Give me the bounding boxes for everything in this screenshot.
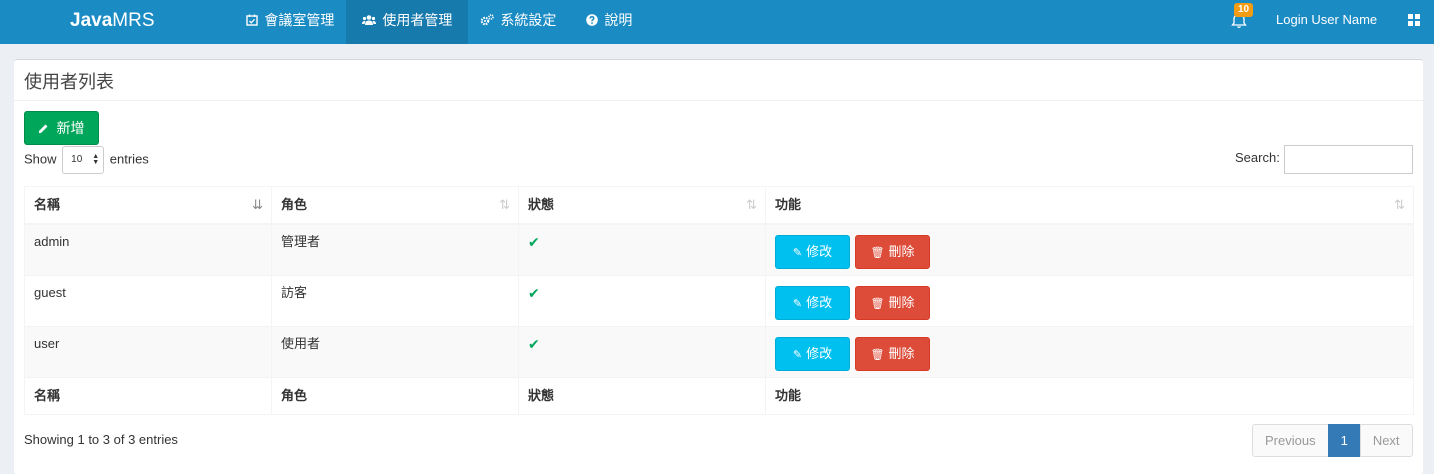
cell-status: ✔ [518,274,766,327]
next-page-button[interactable]: Next [1359,424,1413,457]
check-icon: ✔ [528,234,540,250]
search-label: Search: [1235,150,1280,165]
edit-icon: ✎ [792,247,803,259]
gears-icon [480,14,497,28]
edit-label: 修改 [806,345,833,361]
top-navbar: JavaMRS 會議室管理 使用者管理 系統設定 說明 10 Login Use… [0,0,1434,44]
nav-label: 說明 [604,12,633,28]
column-header-status[interactable]: 狀態 ⇅ [518,186,766,225]
cell-actions: ✎ 修改 🗑 刪除 [765,325,1414,378]
cell-role: 訪客 [271,274,519,327]
table-row: user 使用者 ✔ ✎ 修改 🗑 刪除 [24,325,1414,378]
cell-actions: ✎ 修改 🗑 刪除 [765,223,1414,276]
table-row: guest 訪客 ✔ ✎ 修改 🗑 刪除 [24,274,1414,327]
cell-name: guest [24,274,272,327]
column-header-label: 名稱 [34,197,61,212]
cell-role: 使用者 [271,325,519,378]
user-list-box: 使用者列表 新增 Show 10 ▲ ▼ entries Search: 名稱 ⇊ 角… [14,59,1423,474]
previous-page-button[interactable]: Previous [1252,424,1329,457]
page-1-button[interactable]: 1 [1327,424,1361,457]
footer-actions: 功能 [765,376,1414,415]
delete-label: 刪除 [888,294,915,310]
header-divider [14,100,1423,101]
notification-badge: 10 [1234,3,1254,17]
cell-status: ✔ [518,223,766,276]
column-header-role[interactable]: 角色 ⇅ [271,186,519,225]
delete-button[interactable]: 🗑 刪除 [855,336,930,371]
nav-item-meeting-rooms[interactable]: 會議室管理 [230,0,350,44]
nav-item-users[interactable]: 使用者管理 [346,0,469,44]
trash-icon: 🗑 [870,247,885,259]
nav-label: 系統設定 [500,12,557,28]
show-label: Show [24,151,57,167]
page-length-value: 10 [71,154,83,165]
table-info: Showing 1 to 3 of 3 entries [24,432,178,447]
nav-item-help[interactable]: 說明 [570,0,648,44]
edit-label: 修改 [806,294,833,310]
edit-icon: ✎ [792,297,803,310]
footer-role: 角色 [271,376,519,415]
calendar-check-icon [246,14,261,28]
cell-role: 管理者 [271,223,519,276]
footer-name: 名稱 [24,376,272,415]
edit-button[interactable]: ✎ 修改 [775,336,850,371]
delete-label: 刪除 [888,345,915,361]
delete-button[interactable]: 🗑 刪除 [855,285,930,320]
delete-button[interactable]: 🗑 刪除 [855,235,930,269]
nav-label: 使用者管理 [382,12,453,28]
footer-status: 狀態 [518,376,766,415]
page-title: 使用者列表 [24,72,114,92]
sort-icon: ⇅ [1394,197,1405,212]
column-header-label: 狀態 [528,197,555,212]
users-icon [362,14,379,28]
nav-item-settings[interactable]: 系統設定 [464,0,572,44]
column-header-actions[interactable]: 功能 ⇅ [765,186,1414,225]
delete-label: 刪除 [888,244,915,259]
brand-bold: Java [70,10,113,31]
cell-status: ✔ [518,325,766,378]
edit-label: 修改 [806,244,833,259]
users-table: 名稱 ⇊ 角色 ⇅ 狀態 ⇅ 功能 ⇅ admin 管理者 ✔ ✎ 修改 🗑 刪除 guest… [24,186,1414,415]
brand-thin: MRS [112,10,155,31]
table-row: admin 管理者 ✔ ✎ 修改 🗑 刪除 [24,223,1414,276]
nav-label: 會議室管理 [264,12,335,28]
user-menu[interactable]: Login User Name [1276,0,1377,40]
trash-icon: 🗑 [870,297,885,310]
page-length-select[interactable]: 10 ▲ ▼ [62,146,105,174]
check-icon: ✔ [528,284,540,301]
edit-button[interactable]: ✎ 修改 [775,235,850,269]
table-footer-row: 名稱 角色 狀態 功能 [24,376,1414,415]
pagination: Previous 1 Next [1252,424,1413,457]
column-header-label: 功能 [775,197,802,212]
check-icon: ✔ [528,335,540,352]
grid-menu-icon[interactable] [1408,13,1420,26]
brand-logo[interactable]: JavaMRS [70,10,155,32]
edit-button[interactable]: ✎ 修改 [775,285,850,320]
cell-name: admin [24,223,272,276]
add-label: 新增 [56,120,85,136]
sort-icon: ⇅ [746,197,757,212]
column-header-name[interactable]: 名稱 ⇊ [24,186,272,225]
edit-icon: ✎ [792,348,803,361]
cell-name: user [24,325,272,378]
sort-icon: ⇅ [499,197,510,212]
page-length: Show 10 ▲ ▼ entries [24,146,149,176]
sort-asc-icon: ⇊ [252,197,263,212]
question-circle-icon [586,14,601,28]
cell-actions: ✎ 修改 🗑 刪除 [765,274,1414,327]
add-button[interactable]: 新增 [24,111,99,145]
trash-icon: 🗑 [870,348,885,361]
column-header-label: 角色 [281,197,308,212]
pencil-icon [38,124,52,136]
select-arrows-icon: ▲ ▼ [92,153,100,166]
entries-label: entries [109,151,149,167]
search-input[interactable] [1284,145,1413,174]
